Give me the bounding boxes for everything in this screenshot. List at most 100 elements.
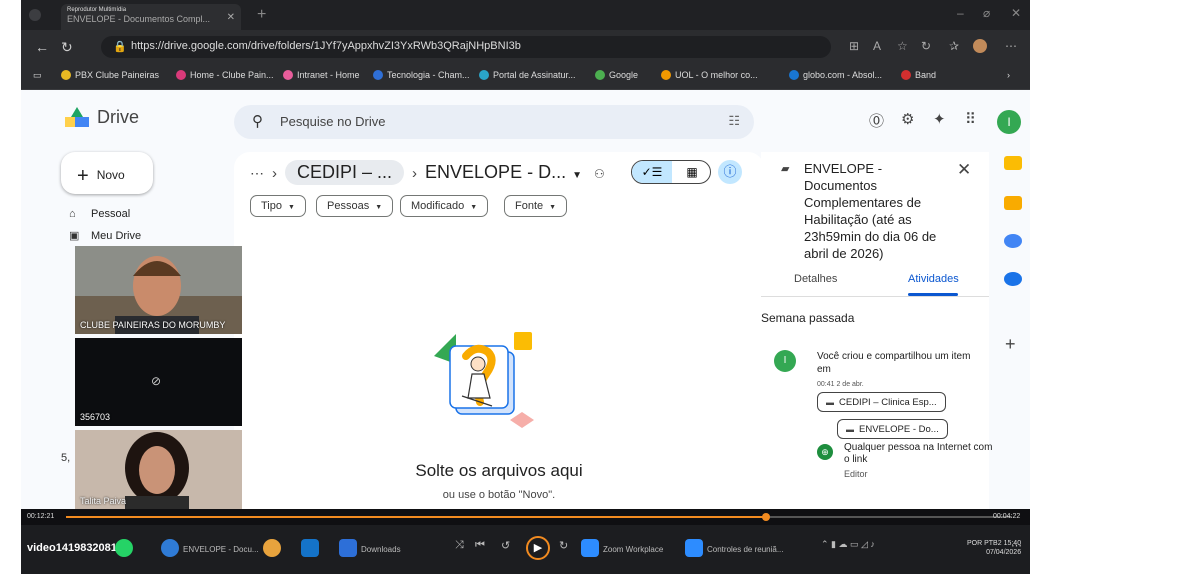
url-field[interactable]: 🔒 https://drive.google.com/drive/folders… — [101, 36, 831, 58]
storage-label: 5, — [61, 452, 71, 464]
account-avatar[interactable]: I — [997, 110, 1021, 134]
tasks-icon[interactable] — [1004, 234, 1022, 248]
tab-atividades[interactable]: Atividades — [908, 273, 959, 285]
reload-icon[interactable]: ↻ — [61, 39, 73, 56]
help-icon[interactable]: ⓪ — [869, 110, 884, 131]
gear-icon[interactable]: ⚙ — [901, 110, 914, 128]
close-icon[interactable]: ✕ — [957, 160, 971, 180]
breadcrumb-more[interactable]: ⋯ — [250, 165, 264, 181]
drive-logo-icon — [65, 107, 89, 127]
chevron-right-icon[interactable]: › — [1007, 70, 1010, 80]
breadcrumb-parent[interactable]: CEDIPI – ... — [285, 160, 405, 185]
home-icon[interactable] — [29, 9, 41, 21]
taskbar-app[interactable]: ENVELOPE - Docu... — [161, 539, 259, 557]
search-icon[interactable]: ⚲ — [252, 112, 263, 130]
sidebar-item-meu-drive[interactable]: ▣ Meu Drive — [69, 229, 141, 242]
info-icon[interactable]: ⓘ — [718, 160, 742, 184]
breadcrumb: ⋯ › CEDIPI – ... › ENVELOPE - D... ▼ ⚇ — [250, 160, 605, 185]
close-window-icon[interactable]: ✕ — [1011, 6, 1021, 20]
link-access-text: Qualquer pessoa na Internet com o link — [844, 442, 993, 465]
chevron-down-icon: ▼ — [288, 204, 295, 211]
drive-logo[interactable]: Drive — [65, 107, 139, 129]
taskbar-app[interactable]: Zoom Workplace — [581, 539, 663, 557]
forward-icon[interactable]: ↻ — [559, 539, 568, 552]
more-icon[interactable]: ⋯ — [1011, 539, 1022, 552]
bookmark-item[interactable]: PBX Clube Paineiras — [61, 70, 159, 80]
favorite-icon[interactable]: ☆ — [897, 39, 908, 53]
search-options-icon[interactable]: ☷ — [728, 113, 740, 129]
replay-icon[interactable]: ↺ — [501, 539, 510, 552]
minimize-icon[interactable]: – — [957, 6, 964, 20]
chevron-down-icon[interactable]: ▼ — [572, 170, 582, 181]
participant-name: CLUBE PAINEIRAS DO MORUMBY — [80, 320, 226, 330]
address-bar-row: ← ↻ 🔒 https://drive.google.com/drive/fol… — [21, 30, 1030, 64]
profile-icon[interactable] — [973, 39, 987, 53]
play-button[interactable]: ▶ — [526, 536, 550, 560]
calendar-icon[interactable] — [1004, 156, 1022, 170]
keep-icon[interactable] — [1004, 196, 1022, 210]
chevron-down-icon: ▼ — [470, 204, 478, 211]
url-text: https://drive.google.com/drive/folders/1… — [131, 40, 521, 52]
add-addon-icon[interactable]: + — [1005, 334, 1016, 355]
filter-fonte[interactable]: Fonte ▼ — [504, 195, 568, 217]
app-icon[interactable]: ⊞ — [849, 39, 859, 53]
search-input[interactable]: ⚲ Pesquise no Drive ☷ — [234, 105, 754, 139]
bookmark-item[interactable]: Tecnologia - Cham... — [373, 70, 470, 80]
favorites-icon[interactable]: ✰ — [949, 39, 959, 53]
taskbar-app[interactable]: Controles de reuniã... — [685, 539, 784, 557]
view-toggle[interactable]: ✓☰ ▦ — [631, 160, 711, 184]
gemini-icon[interactable]: ✦ — [933, 110, 946, 128]
chrome-icon[interactable] — [263, 539, 285, 557]
video-name: video1419832081 — [27, 542, 117, 554]
player-scrubbar: 00:12:21 00:04:22 — [21, 509, 1030, 525]
plus-icon: + — [77, 165, 89, 187]
browser-tab[interactable]: Reprodutor Multimídia ENVELOPE - Documen… — [61, 4, 241, 30]
bookmark-item[interactable]: Intranet - Home — [283, 70, 360, 80]
globe-link-icon: ⊕ — [817, 444, 833, 460]
apps-grid-icon[interactable]: ⠿ — [965, 110, 976, 128]
new-button[interactable]: + Novo — [61, 152, 153, 194]
breadcrumb-current[interactable]: ENVELOPE - D... — [425, 162, 566, 182]
more-icon[interactable]: ⋯ — [1005, 39, 1017, 53]
filter-tipo[interactable]: Tipo ▼ — [250, 195, 306, 217]
new-tab-icon[interactable]: + — [257, 6, 266, 24]
contacts-icon[interactable] — [1004, 272, 1022, 286]
folder-chip-child[interactable]: ▬ ENVELOPE - Do... — [837, 419, 948, 439]
refresh-icon[interactable]: ↻ — [921, 39, 931, 53]
whatsapp-icon[interactable] — [115, 539, 137, 557]
shuffle-icon[interactable]: ⤨ — [455, 539, 464, 552]
folder-icon: ▬ — [846, 425, 854, 434]
grid-view-icon[interactable]: ▦ — [672, 161, 710, 183]
filter-pessoas[interactable]: Pessoas ▼ — [316, 195, 394, 217]
back-icon[interactable]: ← — [35, 39, 49, 55]
list-view-icon[interactable]: ✓☰ — [632, 161, 672, 183]
outlook-icon[interactable] — [301, 539, 323, 557]
bookmark-item[interactable]: UOL - O melhor co... — [661, 70, 758, 80]
tab-detalhes[interactable]: Detalhes — [794, 273, 837, 285]
participant-tile[interactable]: ⊘ 356703 — [75, 338, 242, 426]
bookmark-item[interactable]: Band — [901, 70, 936, 80]
sidebar-item-pessoal[interactable]: ⌂ Pessoal — [69, 208, 130, 220]
participant-tile[interactable]: Talita Paiva — [75, 430, 242, 510]
avatar: I — [774, 350, 796, 372]
chevron-down-icon: ▼ — [375, 204, 383, 211]
bookmark-item[interactable]: Home - Clube Pain... — [176, 70, 274, 80]
filter-modificado[interactable]: Modificado ▼ — [400, 195, 489, 217]
seek-handle[interactable] — [762, 513, 771, 521]
participant-tile[interactable]: CLUBE PAINEIRAS DO MORUMBY — [75, 246, 242, 334]
bookmark-item[interactable]: Google — [595, 70, 638, 80]
pin-icon[interactable]: ⌀ — [983, 6, 990, 20]
tab-title: ENVELOPE - Documentos Compl... — [67, 14, 211, 24]
close-tab-icon[interactable]: ✕ — [227, 12, 235, 23]
system-tray-icons[interactable]: ⌃ ▮ ☁ ▭ ◿ ♪ — [821, 539, 875, 550]
seek-track[interactable] — [66, 513, 1012, 521]
read-aloud-icon[interactable]: A — [873, 39, 881, 53]
taskbar-app[interactable]: Downloads — [339, 539, 401, 557]
bookmark-item[interactable]: globo.com - Absol... — [789, 70, 882, 80]
folder-chip-parent[interactable]: ▬ CEDIPI – Clinica Esp... — [817, 392, 946, 412]
bookmarks-icon[interactable]: ▭ — [33, 70, 42, 81]
folder-icon: ▰ — [781, 163, 790, 175]
details-title: ENVELOPE - Documentos Complementares de … — [804, 161, 937, 261]
previous-icon[interactable]: ⏮ — [475, 539, 485, 552]
bookmark-item[interactable]: Portal de Assinatur... — [479, 70, 576, 80]
